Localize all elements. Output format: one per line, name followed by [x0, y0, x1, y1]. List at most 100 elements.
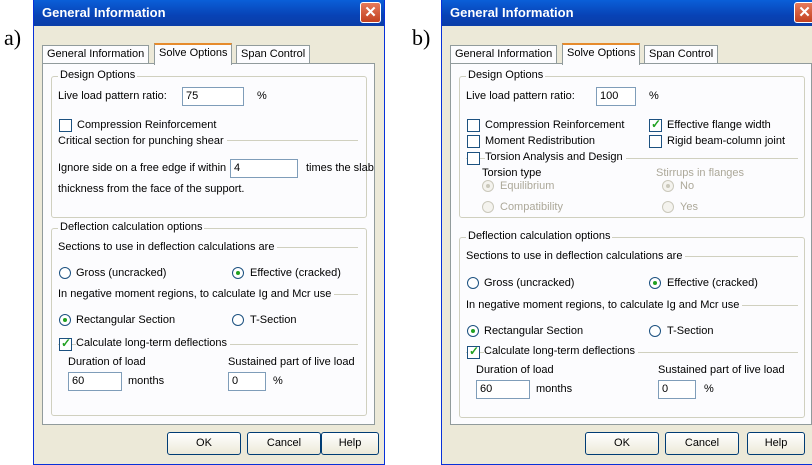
- months-label: months: [128, 375, 165, 387]
- effective-radio[interactable]: [649, 277, 661, 289]
- tab-sheet: Design Options Live load pattern ratio: …: [450, 63, 812, 425]
- live-load-label: Live load pattern ratio:: [466, 90, 575, 102]
- gross-radio[interactable]: [467, 277, 479, 289]
- live-load-input[interactable]: 100: [596, 87, 636, 106]
- long-term-checkbox[interactable]: [467, 344, 480, 359]
- stirrups-yes-radio[interactable]: [662, 201, 674, 213]
- percent-label: %: [649, 90, 659, 102]
- effective-flange-checkbox[interactable]: [649, 117, 662, 132]
- sustained-input[interactable]: 0: [228, 372, 266, 391]
- dialog-window-b: General Information ✕ General Informatio…: [441, 0, 812, 465]
- deflection-options-title: Deflection calculation options: [466, 230, 613, 242]
- rectangular-radio[interactable]: [59, 314, 71, 326]
- months-label: months: [536, 383, 573, 395]
- cancel-button[interactable]: Cancel: [247, 432, 321, 455]
- compression-checkbox[interactable]: [467, 119, 480, 132]
- torsion-type-label: Torsion type: [482, 167, 542, 179]
- compatibility-label: Compatibility: [500, 201, 563, 213]
- rectangular-label: Rectangular Section: [484, 325, 584, 337]
- percent-label: %: [704, 383, 714, 395]
- negative-moment-header: In negative moment regions, to calculate…: [58, 288, 335, 300]
- help-button[interactable]: Help: [747, 432, 805, 455]
- tab-solve-options[interactable]: Solve Options: [562, 43, 641, 65]
- deflection-options-group: Deflection calculation options Sections …: [459, 230, 805, 418]
- equilibrium-label: Equilibrium: [500, 180, 555, 192]
- ignore-side-label: Ignore side on a free edge if within: [58, 162, 227, 174]
- gross-radio[interactable]: [59, 267, 71, 279]
- live-load-label: Live load pattern ratio:: [58, 90, 167, 102]
- tsection-radio[interactable]: [649, 325, 661, 337]
- rectangular-label: Rectangular Section: [76, 314, 176, 326]
- effective-flange-label: Effective flange width: [667, 119, 771, 131]
- tsection-radio[interactable]: [232, 314, 244, 326]
- sustained-label: Sustained part of live load: [228, 356, 355, 368]
- stirrups-label: Stirrups in flanges: [656, 167, 745, 179]
- tab-general-information[interactable]: General Information: [42, 45, 150, 64]
- tab-solve-options[interactable]: Solve Options: [154, 43, 233, 65]
- duration-input[interactable]: 60: [68, 372, 122, 391]
- title-bar: General Information ✕: [34, 0, 384, 26]
- tab-sheet: Design Options Live load pattern ratio: …: [42, 63, 375, 425]
- compatibility-radio[interactable]: [482, 201, 494, 213]
- tab-span-control[interactable]: Span Control: [644, 45, 719, 64]
- gross-label: Gross (uncracked): [76, 267, 167, 279]
- cancel-button[interactable]: Cancel: [665, 432, 739, 455]
- percent-label: %: [273, 375, 283, 387]
- window-title: General Information: [42, 5, 166, 20]
- sections-header: Sections to use in deflection calculatio…: [466, 250, 686, 262]
- design-options-title: Design Options: [58, 69, 138, 81]
- design-options-group: Design Options Live load pattern ratio: …: [459, 69, 805, 218]
- critical-section-label: Critical section for punching shear: [58, 135, 227, 147]
- rigid-joint-label: Rigid beam-column joint: [667, 135, 785, 147]
- sections-header: Sections to use in deflection calculatio…: [58, 241, 278, 253]
- compression-checkbox[interactable]: [59, 119, 72, 132]
- tab-span-control[interactable]: Span Control: [236, 45, 311, 64]
- stirrups-no-label: No: [680, 180, 695, 192]
- deflection-options-group: Deflection calculation options Sections …: [51, 221, 367, 416]
- tab-general-information[interactable]: General Information: [450, 45, 558, 64]
- long-term-label: Calculate long-term deflections: [484, 345, 639, 357]
- deflection-options-title: Deflection calculation options: [58, 221, 205, 233]
- effective-label: Effective (cracked): [667, 277, 758, 289]
- tsection-label: T-Section: [250, 314, 297, 326]
- thickness-label: thickness from the face of the support.: [58, 183, 245, 195]
- compression-label: Compression Reinforcement: [77, 119, 217, 131]
- effective-label: Effective (cracked): [250, 267, 341, 279]
- ok-button[interactable]: OK: [167, 432, 241, 455]
- torsion-checkbox[interactable]: [467, 152, 480, 165]
- long-term-checkbox[interactable]: [59, 336, 72, 351]
- effective-radio[interactable]: [232, 267, 244, 279]
- window-title: General Information: [450, 5, 574, 20]
- title-bar: General Information ✕: [442, 0, 812, 26]
- design-options-title: Design Options: [466, 69, 546, 81]
- stirrups-no-radio[interactable]: [662, 180, 674, 192]
- long-term-label: Calculate long-term deflections: [76, 337, 231, 349]
- moment-redistribution-checkbox[interactable]: [467, 135, 480, 148]
- ok-button[interactable]: OK: [585, 432, 659, 455]
- stirrups-yes-label: Yes: [680, 201, 698, 213]
- help-button[interactable]: Help: [321, 432, 379, 455]
- torsion-label: Torsion Analysis and Design: [485, 151, 626, 163]
- duration-label: Duration of load: [68, 356, 146, 368]
- compression-label: Compression Reinforcement: [485, 119, 625, 131]
- sustained-label: Sustained part of live load: [658, 364, 785, 376]
- sustained-input[interactable]: 0: [658, 380, 696, 399]
- ignore-side-input[interactable]: 4: [230, 159, 298, 178]
- duration-input[interactable]: 60: [476, 380, 530, 399]
- times-slab-label: times the slab: [306, 162, 374, 174]
- panel-label-a: a): [4, 25, 22, 50]
- close-icon[interactable]: ✕: [794, 2, 812, 23]
- design-options-group: Design Options Live load pattern ratio: …: [51, 69, 374, 218]
- close-icon[interactable]: ✕: [360, 2, 381, 23]
- panel-label-b: b): [412, 25, 431, 50]
- moment-redistribution-label: Moment Redistribution: [485, 135, 596, 147]
- duration-label: Duration of load: [476, 364, 554, 376]
- rigid-joint-checkbox[interactable]: [649, 135, 662, 148]
- live-load-input[interactable]: 75: [182, 87, 244, 106]
- dialog-window-a: General Information ✕ General Informatio…: [33, 0, 385, 465]
- equilibrium-radio[interactable]: [482, 180, 494, 192]
- percent-label: %: [257, 90, 267, 102]
- tsection-label: T-Section: [667, 325, 714, 337]
- rectangular-radio[interactable]: [467, 325, 479, 337]
- negative-moment-header: In negative moment regions, to calculate…: [466, 299, 743, 311]
